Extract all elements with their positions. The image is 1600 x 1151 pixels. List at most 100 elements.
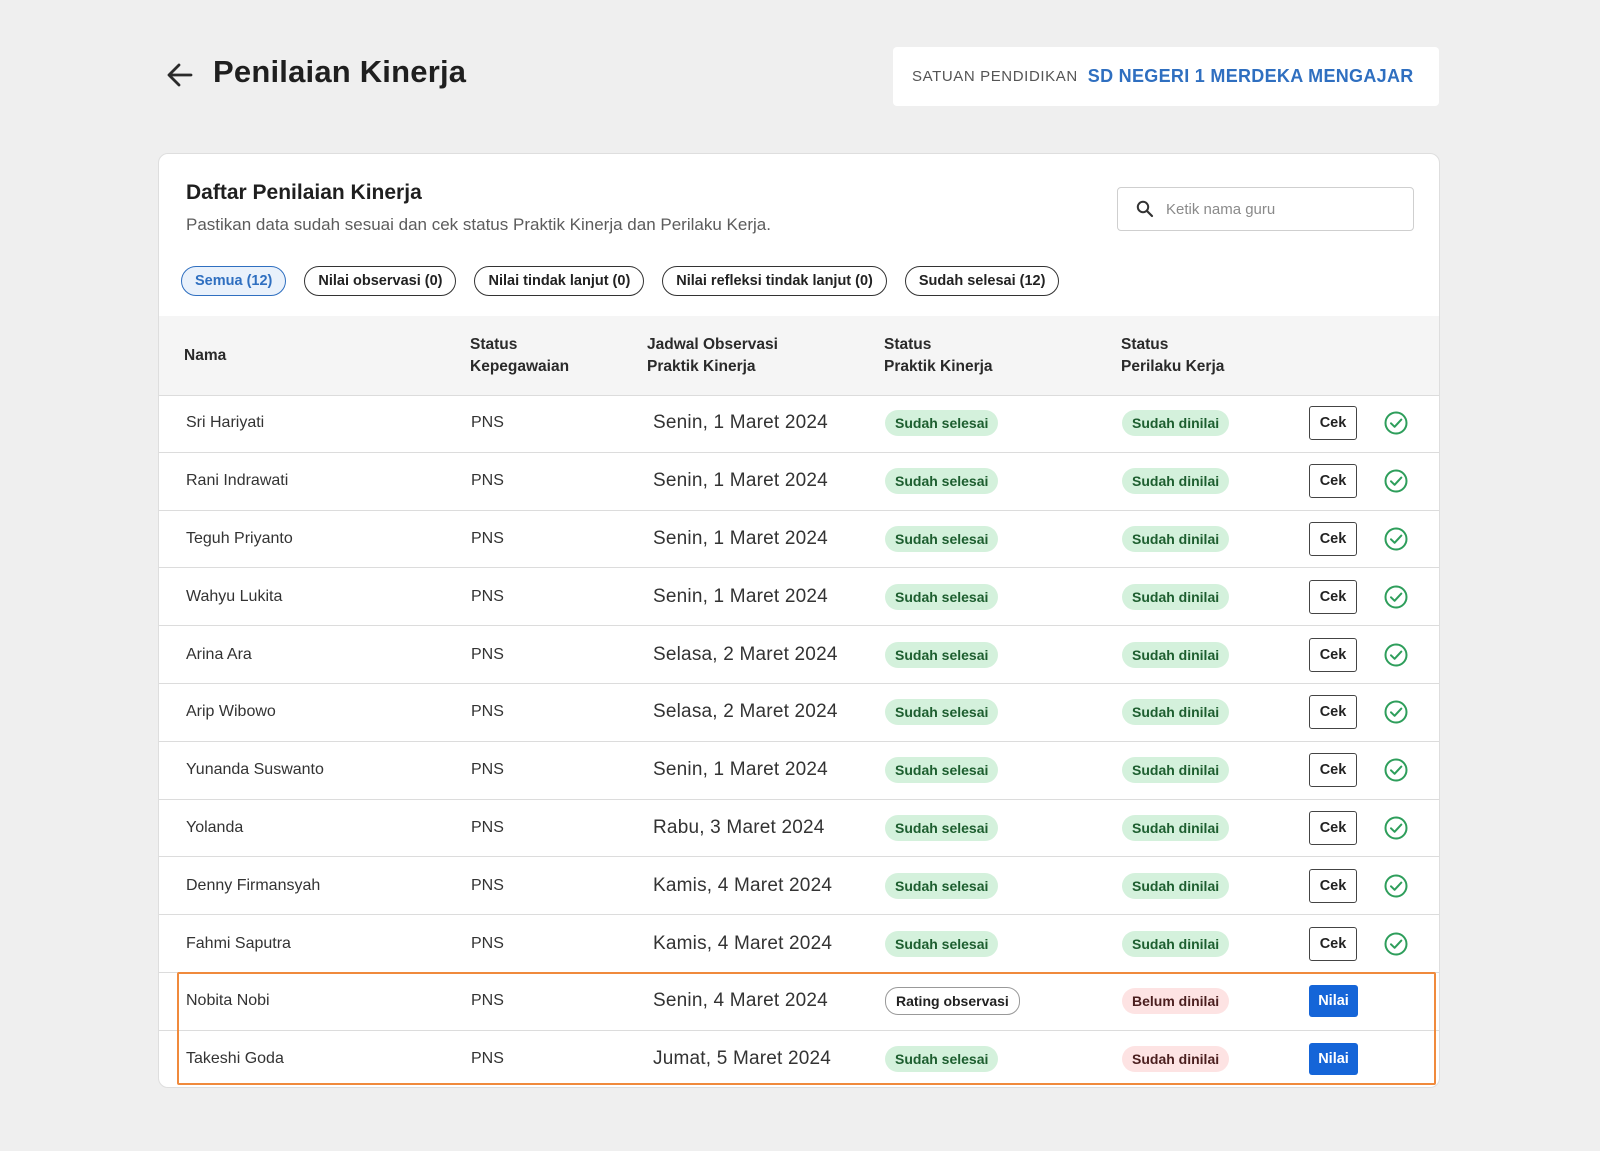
- table-row: Yolanda PNS Rabu, 3 Maret 2024 Sudah selesa…: [159, 800, 1439, 858]
- cek-button[interactable]: Cek: [1309, 753, 1357, 788]
- perilaku-status-cell: Sudah dinilai: [1122, 1031, 1230, 1087]
- action-cell: Nilai: [1309, 973, 1358, 1030]
- table-row: Fahmi Saputra PNS Kamis, 4 Maret 2024 Sudah…: [159, 915, 1439, 973]
- praktik-status-cell: Sudah selesai: [885, 395, 999, 452]
- table-row: Sri Hariyati PNS Senin, 1 Maret 2024 Sudah …: [159, 395, 1439, 453]
- header-status-perilaku: Status Perilaku Kerja: [1121, 335, 1225, 375]
- check-circle-icon: [1384, 874, 1408, 898]
- employment-status: PNS: [471, 761, 504, 779]
- perilaku-status-badge: Sudah dinilai: [1122, 699, 1230, 726]
- search-box[interactable]: [1117, 187, 1414, 231]
- nilai-button[interactable]: Nilai: [1309, 1043, 1358, 1076]
- perilaku-status-cell: Sudah dinilai: [1122, 511, 1230, 568]
- employment-status: PNS: [471, 529, 504, 547]
- praktik-status-badge: Sudah selesai: [885, 872, 999, 899]
- teacher-name: Sri Hariyati: [186, 414, 265, 432]
- teacher-name: Takeshi Goda: [186, 1050, 284, 1068]
- filter-chip[interactable]: Nilai observasi (0): [304, 266, 457, 296]
- employment-status: PNS: [471, 703, 504, 721]
- cek-button[interactable]: Cek: [1309, 637, 1357, 672]
- cek-button[interactable]: Cek: [1309, 810, 1357, 845]
- nilai-button[interactable]: Nilai: [1309, 985, 1358, 1018]
- check-circle-icon: [1384, 816, 1408, 840]
- perilaku-status-cell: Sudah dinilai: [1122, 568, 1230, 625]
- action-cell: Cek: [1309, 742, 1357, 799]
- check-circle-icon: [1384, 932, 1408, 956]
- check-cell: [1383, 915, 1409, 972]
- header-status-kepegawaian: Status Kepegawaian: [470, 335, 570, 375]
- praktik-status-badge: Sudah selesai: [885, 757, 999, 784]
- employment-status: PNS: [471, 876, 504, 894]
- perilaku-status-cell: Sudah dinilai: [1122, 453, 1230, 510]
- teacher-name: Yunanda Suswanto: [186, 761, 324, 779]
- perilaku-status-badge: Sudah dinilai: [1122, 410, 1230, 437]
- card-title: Daftar Penilaian Kinerja: [186, 181, 422, 204]
- observation-date: Senin, 1 Maret 2024: [653, 470, 828, 492]
- perilaku-status-cell: Sudah dinilai: [1122, 857, 1230, 914]
- praktik-status-badge: Sudah selesai: [885, 699, 999, 726]
- cek-button[interactable]: Cek: [1309, 926, 1357, 961]
- check-circle-icon: [1384, 469, 1408, 493]
- header-nama: Nama: [184, 346, 227, 364]
- perilaku-status-cell: Sudah dinilai: [1122, 800, 1230, 857]
- action-cell: Cek: [1309, 684, 1357, 741]
- check-circle-icon: [1384, 411, 1408, 435]
- cek-button[interactable]: Cek: [1309, 464, 1357, 499]
- praktik-status-badge: Sudah selesai: [885, 1046, 999, 1073]
- filter-chip[interactable]: Semua (12): [181, 266, 287, 296]
- check-cell: [1383, 511, 1409, 568]
- observation-date: Selasa, 2 Maret 2024: [653, 643, 838, 665]
- employment-status: PNS: [471, 1050, 504, 1068]
- table-row: Arina Ara PNS Selasa, 2 Maret 2024 Sudah se…: [159, 626, 1439, 684]
- praktik-status-cell: Sudah selesai: [885, 915, 999, 972]
- school-label: SATUAN PENDIDIKAN: [912, 68, 1078, 85]
- perilaku-status-badge: Sudah dinilai: [1122, 814, 1230, 841]
- cek-button[interactable]: Cek: [1309, 406, 1357, 441]
- perilaku-status-cell: Sudah dinilai: [1122, 395, 1230, 452]
- check-circle-icon: [1384, 527, 1408, 551]
- praktik-status-badge: Sudah selesai: [885, 930, 999, 957]
- employment-status: PNS: [471, 472, 504, 490]
- employment-status: PNS: [471, 587, 504, 605]
- praktik-status-cell: Sudah selesai: [885, 1031, 999, 1087]
- employment-status: PNS: [471, 645, 504, 663]
- card-subtitle: Pastikan data sudah sesuai dan cek statu…: [186, 215, 771, 234]
- teacher-name: Nobita Nobi: [186, 992, 270, 1010]
- table-body: Sri Hariyati PNS Senin, 1 Maret 2024 Sudah …: [159, 395, 1439, 1087]
- filter-chip[interactable]: Nilai refleksi tindak lanjut (0): [662, 266, 887, 296]
- check-circle-icon: [1384, 758, 1408, 782]
- check-cell: [1383, 742, 1409, 799]
- observation-date: Senin, 1 Maret 2024: [653, 759, 828, 781]
- perilaku-status-badge: Belum dinilai: [1122, 988, 1230, 1015]
- praktik-status-cell: Sudah selesai: [885, 626, 999, 683]
- observation-date: Rabu, 3 Maret 2024: [653, 816, 825, 838]
- employment-status: PNS: [471, 934, 504, 952]
- action-cell: Cek: [1309, 511, 1357, 568]
- action-cell: Cek: [1309, 568, 1357, 625]
- teacher-name: Arip Wibowo: [186, 703, 276, 721]
- filter-chip[interactable]: Nilai tindak lanjut (0): [474, 266, 645, 296]
- perilaku-status-badge: Sudah dinilai: [1122, 872, 1230, 899]
- table-row: Yunanda Suswanto PNS Senin, 1 Maret 2024 Su…: [159, 742, 1439, 800]
- teacher-name: Fahmi Saputra: [186, 934, 291, 952]
- cek-button[interactable]: Cek: [1309, 868, 1357, 903]
- search-input[interactable]: [1164, 199, 1398, 219]
- cek-button[interactable]: Cek: [1309, 521, 1357, 556]
- observation-date: Selasa, 2 Maret 2024: [653, 701, 838, 723]
- action-cell: Nilai: [1309, 1031, 1358, 1087]
- filter-chip[interactable]: Sudah selesai (12): [904, 266, 1060, 296]
- check-cell: [1383, 800, 1409, 857]
- perilaku-status-cell: Sudah dinilai: [1122, 684, 1230, 741]
- search-icon: [1136, 200, 1154, 218]
- action-cell: Cek: [1309, 395, 1357, 452]
- check-circle-icon: [1384, 700, 1408, 724]
- perilaku-status-badge: Sudah dinilai: [1122, 468, 1230, 495]
- action-cell: Cek: [1309, 453, 1357, 510]
- action-cell: Cek: [1309, 626, 1357, 683]
- cek-button[interactable]: Cek: [1309, 695, 1357, 730]
- back-button[interactable]: [162, 58, 196, 92]
- page-title: Penilaian Kinerja: [213, 54, 467, 89]
- observation-date: Senin, 1 Maret 2024: [653, 412, 828, 434]
- check-cell: [1383, 453, 1409, 510]
- cek-button[interactable]: Cek: [1309, 579, 1357, 614]
